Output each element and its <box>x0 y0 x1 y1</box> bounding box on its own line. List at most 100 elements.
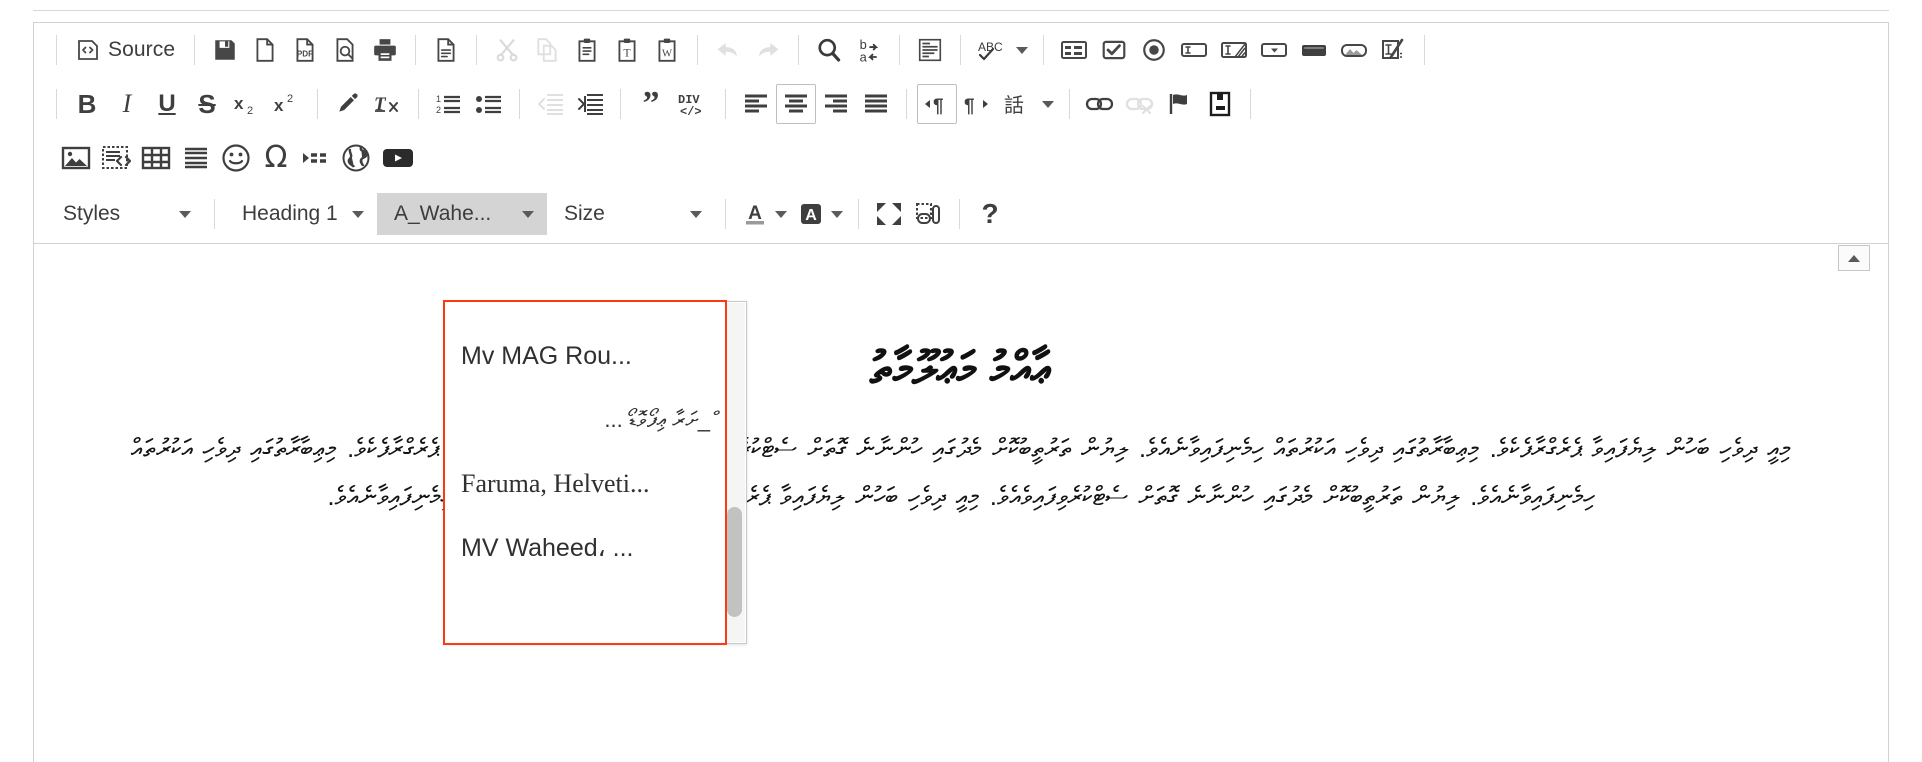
list-item[interactable]: ް_ށަރާ ޢިފޯވޮޑޯ ... <box>445 388 726 452</box>
toolbar-separator <box>858 199 859 229</box>
text-direction-rtl-button[interactable]: ¶ <box>917 84 957 124</box>
form-button[interactable] <box>1054 30 1094 70</box>
superscript-button[interactable]: x2 <box>267 84 307 124</box>
new-page-button[interactable] <box>245 30 285 70</box>
link-button[interactable] <box>1080 84 1120 124</box>
underline-button[interactable]: U <box>147 84 187 124</box>
text-color-button[interactable]: A <box>736 194 792 234</box>
youtube-icon <box>381 145 415 171</box>
print-button[interactable] <box>365 30 405 70</box>
font-family-dropdown[interactable]: Mv MAG Rou... ް_ށަރާ ޢިފޯވޮޑޯ ... Faruma… <box>444 301 747 644</box>
align-center-button[interactable] <box>776 84 816 124</box>
bold-button[interactable]: B <box>67 84 107 124</box>
export-pdf-button[interactable]: PDF <box>285 30 325 70</box>
copy-pages-icon <box>534 37 560 63</box>
image-button-button[interactable] <box>1334 30 1374 70</box>
language-button[interactable]: 話 <box>997 84 1059 124</box>
document-body[interactable]: ޢާއްމު މަޢުލޫމާތު މިއީ ދިވެހި ބަހުން ލިޔ… <box>34 323 1888 762</box>
cut-button[interactable] <box>487 30 527 70</box>
smiley-button[interactable] <box>216 138 256 178</box>
save-button[interactable] <box>205 30 245 70</box>
increase-indent-button[interactable] <box>570 84 610 124</box>
list-item[interactable]: Mv MAG Rou... <box>445 324 726 388</box>
create-div-button[interactable]: DIV </> <box>671 84 715 124</box>
select-field-button[interactable] <box>1254 30 1294 70</box>
find-button[interactable] <box>809 30 849 70</box>
font-family-combo[interactable]: A_Wahe... <box>377 193 547 235</box>
templates-button[interactable] <box>426 30 466 70</box>
button-field-button[interactable] <box>1294 30 1334 70</box>
subscript-button[interactable]: x2 <box>227 84 267 124</box>
svg-text:2: 2 <box>436 105 441 115</box>
preview-button[interactable] <box>325 30 365 70</box>
toolbar-separator <box>1424 35 1426 65</box>
blockquote-button[interactable]: ” <box>631 84 671 124</box>
styles-combo[interactable]: Styles <box>46 193 204 235</box>
textarea-button[interactable] <box>1214 30 1254 70</box>
save-doc-icon <box>1207 91 1233 117</box>
unlink-button[interactable] <box>1120 84 1160 124</box>
paste-from-word-button[interactable]: W <box>647 30 687 70</box>
italic-button[interactable]: I <box>107 84 147 124</box>
checkbox-button[interactable] <box>1094 30 1134 70</box>
text-field-button[interactable] <box>1174 30 1214 70</box>
align-right-button[interactable] <box>816 84 856 124</box>
iframe-button[interactable] <box>336 138 376 178</box>
code-snippet-button[interactable] <box>96 138 136 178</box>
background-color-button[interactable]: A <box>792 194 848 234</box>
about-button[interactable]: ? <box>970 194 1010 234</box>
clipboard-icon <box>574 37 600 63</box>
maximize-button[interactable] <box>869 194 909 234</box>
svg-text:¶: ¶ <box>964 96 975 117</box>
replace-button[interactable]: ba <box>849 30 889 70</box>
text-direction-ltr-button[interactable]: ¶ <box>957 84 997 124</box>
window-top-strip <box>33 10 1889 20</box>
collapse-toolbar-button[interactable] <box>1838 245 1870 271</box>
remove-format-button[interactable] <box>328 84 368 124</box>
hidden-field-button[interactable] <box>1374 30 1414 70</box>
special-character-button[interactable]: Ω <box>256 138 296 178</box>
svg-text:x: x <box>274 96 284 115</box>
spell-check-button[interactable]: ABC <box>971 30 1033 70</box>
font-size-combo[interactable]: Size <box>547 193 715 235</box>
select-all-button[interactable] <box>910 30 950 70</box>
dropdown-scrollbar[interactable] <box>726 303 745 642</box>
text-clear-icon: T <box>373 91 403 117</box>
align-justify-button[interactable] <box>856 84 896 124</box>
bulleted-list-button[interactable] <box>469 84 509 124</box>
list-item[interactable]: Faruma, Helveti... <box>445 452 726 516</box>
insert-image-button[interactable] <box>56 138 96 178</box>
paragraph-ltr-icon: ¶ <box>962 91 992 117</box>
paragraph-format-combo[interactable]: Heading 1 <box>225 193 377 235</box>
align-left-button[interactable] <box>736 84 776 124</box>
paintbrush-icon <box>334 91 362 117</box>
anchor-button[interactable] <box>1160 84 1200 124</box>
document-content: ޢާއްމު މަޢުލޫމާތު މިއީ ދިވެހި ބަހުން ލިޔ… <box>34 323 1888 520</box>
radio-button[interactable] <box>1134 30 1174 70</box>
numbered-list-button[interactable]: 12 <box>429 84 469 124</box>
horizontal-rule-button[interactable] <box>176 138 216 178</box>
insert-table-button[interactable] <box>136 138 176 178</box>
dropdown-scrollbar-thumb[interactable] <box>727 507 742 617</box>
show-blocks-button[interactable] <box>909 194 949 234</box>
save-doc-button[interactable] <box>1200 84 1240 124</box>
clear-text-format-button[interactable]: T <box>368 84 408 124</box>
decrease-indent-button[interactable] <box>530 84 570 124</box>
scissors-icon <box>494 37 520 63</box>
toolbar-row-3: Ω <box>34 131 1888 185</box>
smiley-icon <box>221 143 251 173</box>
page-break-button[interactable] <box>296 138 336 178</box>
strikethrough-button[interactable]: S <box>187 84 227 124</box>
paste-button[interactable] <box>567 30 607 70</box>
chevron-down-icon <box>352 210 364 218</box>
redo-button[interactable] <box>748 30 788 70</box>
paste-as-text-button[interactable]: T <box>607 30 647 70</box>
copy-button[interactable] <box>527 30 567 70</box>
underline-icon: U <box>158 90 176 117</box>
undo-button[interactable] <box>708 30 748 70</box>
source-button[interactable]: Source <box>67 30 184 70</box>
list-item[interactable]: MV Waheed، ... <box>445 516 726 580</box>
svg-text:1: 1 <box>436 94 441 104</box>
youtube-button[interactable] <box>376 138 420 178</box>
svg-text:W: W <box>662 48 673 60</box>
